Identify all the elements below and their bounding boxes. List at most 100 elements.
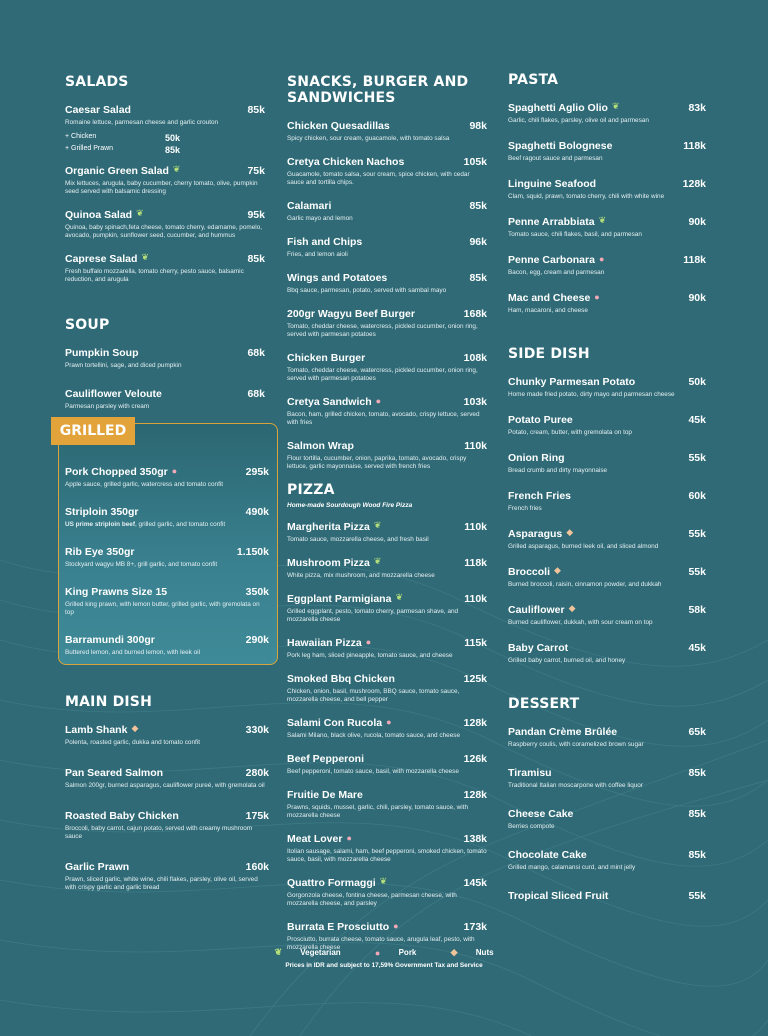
menu-item: Penne Carbonara ● 118k Bacon, egg, cream an…	[508, 250, 706, 277]
menu-item-name: Tropical Sliced Fruit	[508, 890, 609, 902]
leaf-icon: ❦	[611, 101, 620, 112]
menu-item-row: Garlic Prawn 160k	[65, 857, 269, 875]
menu-item-description: Grilled king prawn, with lemon butter, g…	[65, 601, 269, 617]
menu-item-name-wrap: Garlic Prawn	[65, 857, 129, 875]
menu-item-description-text: Chicken, onion, basil, mushroom, BBQ sau…	[287, 688, 460, 703]
menu-item-description: Broccoli, baby carrot, cajun potato, ser…	[65, 825, 269, 841]
addon-price: 50k	[164, 133, 180, 143]
menu-item: Pork Chopped 350gr ● 295k Apple sauce, gril…	[65, 462, 269, 489]
menu-item-description-text: Spicy chicken, sour cream, guacamole, wi…	[287, 135, 450, 142]
menu-item-description-text: White pizza, mix mushroom, and mozzarell…	[287, 572, 435, 579]
menu-item: Cauliflower ◆ 58k Burned cauliflower, dukka…	[508, 600, 706, 627]
menu-item-name-wrap: Cretya Chicken Nachos	[287, 152, 404, 170]
menu-item-price: 50k	[688, 376, 706, 388]
menu-item-row: Cauliflower ◆ 58k	[508, 600, 706, 618]
menu-item-row: Pan Seared Salmon 280k	[65, 763, 269, 781]
menu-item-description: Home made fried potato, dirty mayo and p…	[508, 391, 706, 399]
menu-item: Organic Green Salad ❦ 75k Mix lettuces, aru…	[65, 161, 265, 196]
menu-item-price: 108k	[463, 352, 487, 364]
menu-item-name: Pan Seared Salmon	[65, 767, 164, 779]
menu-item: Fruitie De Mare 128k Prawns, squids, musse…	[287, 785, 487, 820]
menu-item-name: Broccoli	[508, 566, 551, 578]
menu-item-row: Cretya Sandwich ● 103k	[287, 392, 487, 410]
menu-item: Eggplant Parmigiana ❦ 110k Grilled eggplant…	[287, 589, 487, 624]
menu-item-name: Rib Eye 350gr	[65, 546, 135, 558]
snacks-list: Chicken Quesadillas 98k Spicy chicken, sou…	[287, 116, 487, 471]
menu-item-description: Itolian sausage, salami, ham, beef peppe…	[287, 848, 487, 864]
menu-item-row: King Prawns Size 15 350k	[65, 582, 269, 600]
menu-item-row: Wings and Potatoes 85k	[287, 268, 487, 286]
menu-item-name: Fish and Chips	[287, 236, 363, 248]
menu-item-description: Tomato, cheddar cheese, watercress, pick…	[287, 367, 487, 383]
menu-item-price: 55k	[688, 890, 706, 902]
menu-item-description-text: Prawns, squids, mussel, garlic, chili, p…	[287, 804, 469, 819]
menu-item-row: Hawaiian Pizza ● 115k	[287, 633, 487, 651]
menu-item-description: Tomato, cheddar cheese, watercress, pick…	[287, 323, 487, 339]
menu-item-name-wrap: Cheese Cake	[508, 804, 573, 822]
menu-item-row: Cheese Cake 85k	[508, 804, 706, 822]
menu-item-name-wrap: Pork Chopped 350gr ●	[65, 462, 177, 480]
menu-item-row: Quattro Formaggi ❦ 145k	[287, 873, 487, 891]
menu-item-row: Tiramisu 85k	[508, 763, 706, 781]
menu-item-price: 128k	[682, 178, 706, 190]
menu-item-description-text: Polenta, roasted garlic, dukka and tomat…	[65, 739, 200, 746]
dessert-list: Pandan Crème Brûlée 65k Raspberry coulis, …	[508, 722, 706, 904]
pig-icon: ●	[594, 291, 600, 302]
menu-item-row: Spaghetti Aglio Olio ❦ 83k	[508, 98, 706, 116]
menu-item-description: US prime striploin beef, grilled garlic,…	[65, 521, 269, 529]
menu-item-name-wrap: Salmon Wrap	[287, 436, 354, 454]
menu-item-description-text: Salami Milano, black olive, rucola, toma…	[287, 732, 460, 739]
nut-icon: ◆	[566, 527, 574, 538]
menu-item: Broccoli ◆ 55k Burned broccoli, raisin, cin…	[508, 562, 706, 589]
menu-item-description: Quinoa, baby spinach,feta cheese, tomato…	[65, 224, 265, 240]
legend-pork: ● Pork	[374, 947, 417, 958]
menu-item-name: Asparagus	[508, 528, 563, 540]
menu-item-name-wrap: Caprese Salad ❦	[65, 249, 149, 267]
menu-item-price: 105k	[463, 156, 487, 168]
menu-item-description-text: French fries	[508, 505, 542, 512]
addon-label: + Chicken	[65, 133, 97, 140]
legend-nuts: ◆ Nuts	[450, 947, 494, 957]
menu-item-name: Eggplant Parmigiana	[287, 593, 392, 605]
leaf-icon: ❦	[172, 164, 181, 175]
menu-item-row: Chicken Quesadillas 98k	[287, 116, 487, 134]
menu-item-row: Barramundi 300gr 290k	[65, 630, 269, 648]
menu-item-name-wrap: Mushroom Pizza ❦	[287, 553, 381, 571]
menu-item-row: Mac and Cheese ● 90k	[508, 288, 706, 306]
menu-item: Mac and Cheese ● 90k Ham, macaroni, and che…	[508, 288, 706, 315]
menu-item-row: Fruitie De Mare 128k	[287, 785, 487, 803]
menu-item-row: 200gr Wagyu Beef Burger 168k	[287, 304, 487, 322]
menu-item-description-text: Itolian sausage, salami, ham, beef peppe…	[287, 848, 487, 863]
menu-item-price: 110k	[464, 593, 487, 605]
menu-item-name: Salmon Wrap	[287, 440, 354, 452]
menu-item-name-wrap: Eggplant Parmigiana ❦	[287, 589, 403, 607]
menu-item-name-wrap: Penne Carbonara ●	[508, 250, 604, 268]
menu-item-description-text: Fries, and lemon aioli	[287, 251, 348, 258]
pig-icon: ●	[346, 832, 352, 843]
menu-item-description: Fresh buffalo mozzarella, tomato cherry,…	[65, 268, 265, 284]
salads-list: Caesar Salad 85k Romaine lettuce, parmesan…	[65, 100, 265, 284]
menu-item-row: Potato Puree 45k	[508, 410, 706, 428]
menu-item-price: 45k	[688, 414, 706, 426]
menu-item-name: Margherita Pizza	[287, 521, 370, 533]
menu-item-description-text: Garlic mayo and lemon	[287, 215, 353, 222]
grilled-section-tag: GRILLED	[51, 417, 135, 445]
menu-item-description: Apple sauce, grilled garlic, watercress …	[65, 481, 269, 489]
menu-item-name: Caesar Salad	[65, 104, 131, 116]
menu-item: Rib Eye 350gr 1.150k Stockyard wagyu MB 8+…	[65, 542, 269, 569]
menu-item-description: Beef pepperoni, tomato sauce, basil, wit…	[287, 768, 487, 776]
menu-item-description-text: Fresh buffalo mozzarella, tomato cherry,…	[65, 268, 244, 283]
menu-item-name: Spaghetti Aglio Olio	[508, 102, 608, 114]
menu-item-name-wrap: Barramundi 300gr	[65, 630, 155, 648]
menu-item-price: 55k	[688, 528, 706, 540]
leaf-icon: ❦	[373, 556, 382, 567]
menu-item: Cheese Cake 85k Berries compote	[508, 804, 706, 831]
menu-item-name-wrap: Pumpkin Soup	[65, 343, 139, 361]
menu-item-description-text: Potato, cream, butter, with gremolata on…	[508, 429, 632, 436]
menu-item-description-text: Grilled eggplant, pesto, tomato cherry, …	[287, 608, 459, 623]
soup-list: Pumpkin Soup 68k Prawn tortellini, sage, a…	[65, 343, 265, 411]
nut-icon: ◆	[568, 603, 576, 614]
menu-item: Barramundi 300gr 290k Buttered lemon, and …	[65, 630, 269, 657]
menu-item-name: 200gr Wagyu Beef Burger	[287, 308, 415, 320]
menu-item-name: Linguine Seafood	[508, 178, 597, 190]
